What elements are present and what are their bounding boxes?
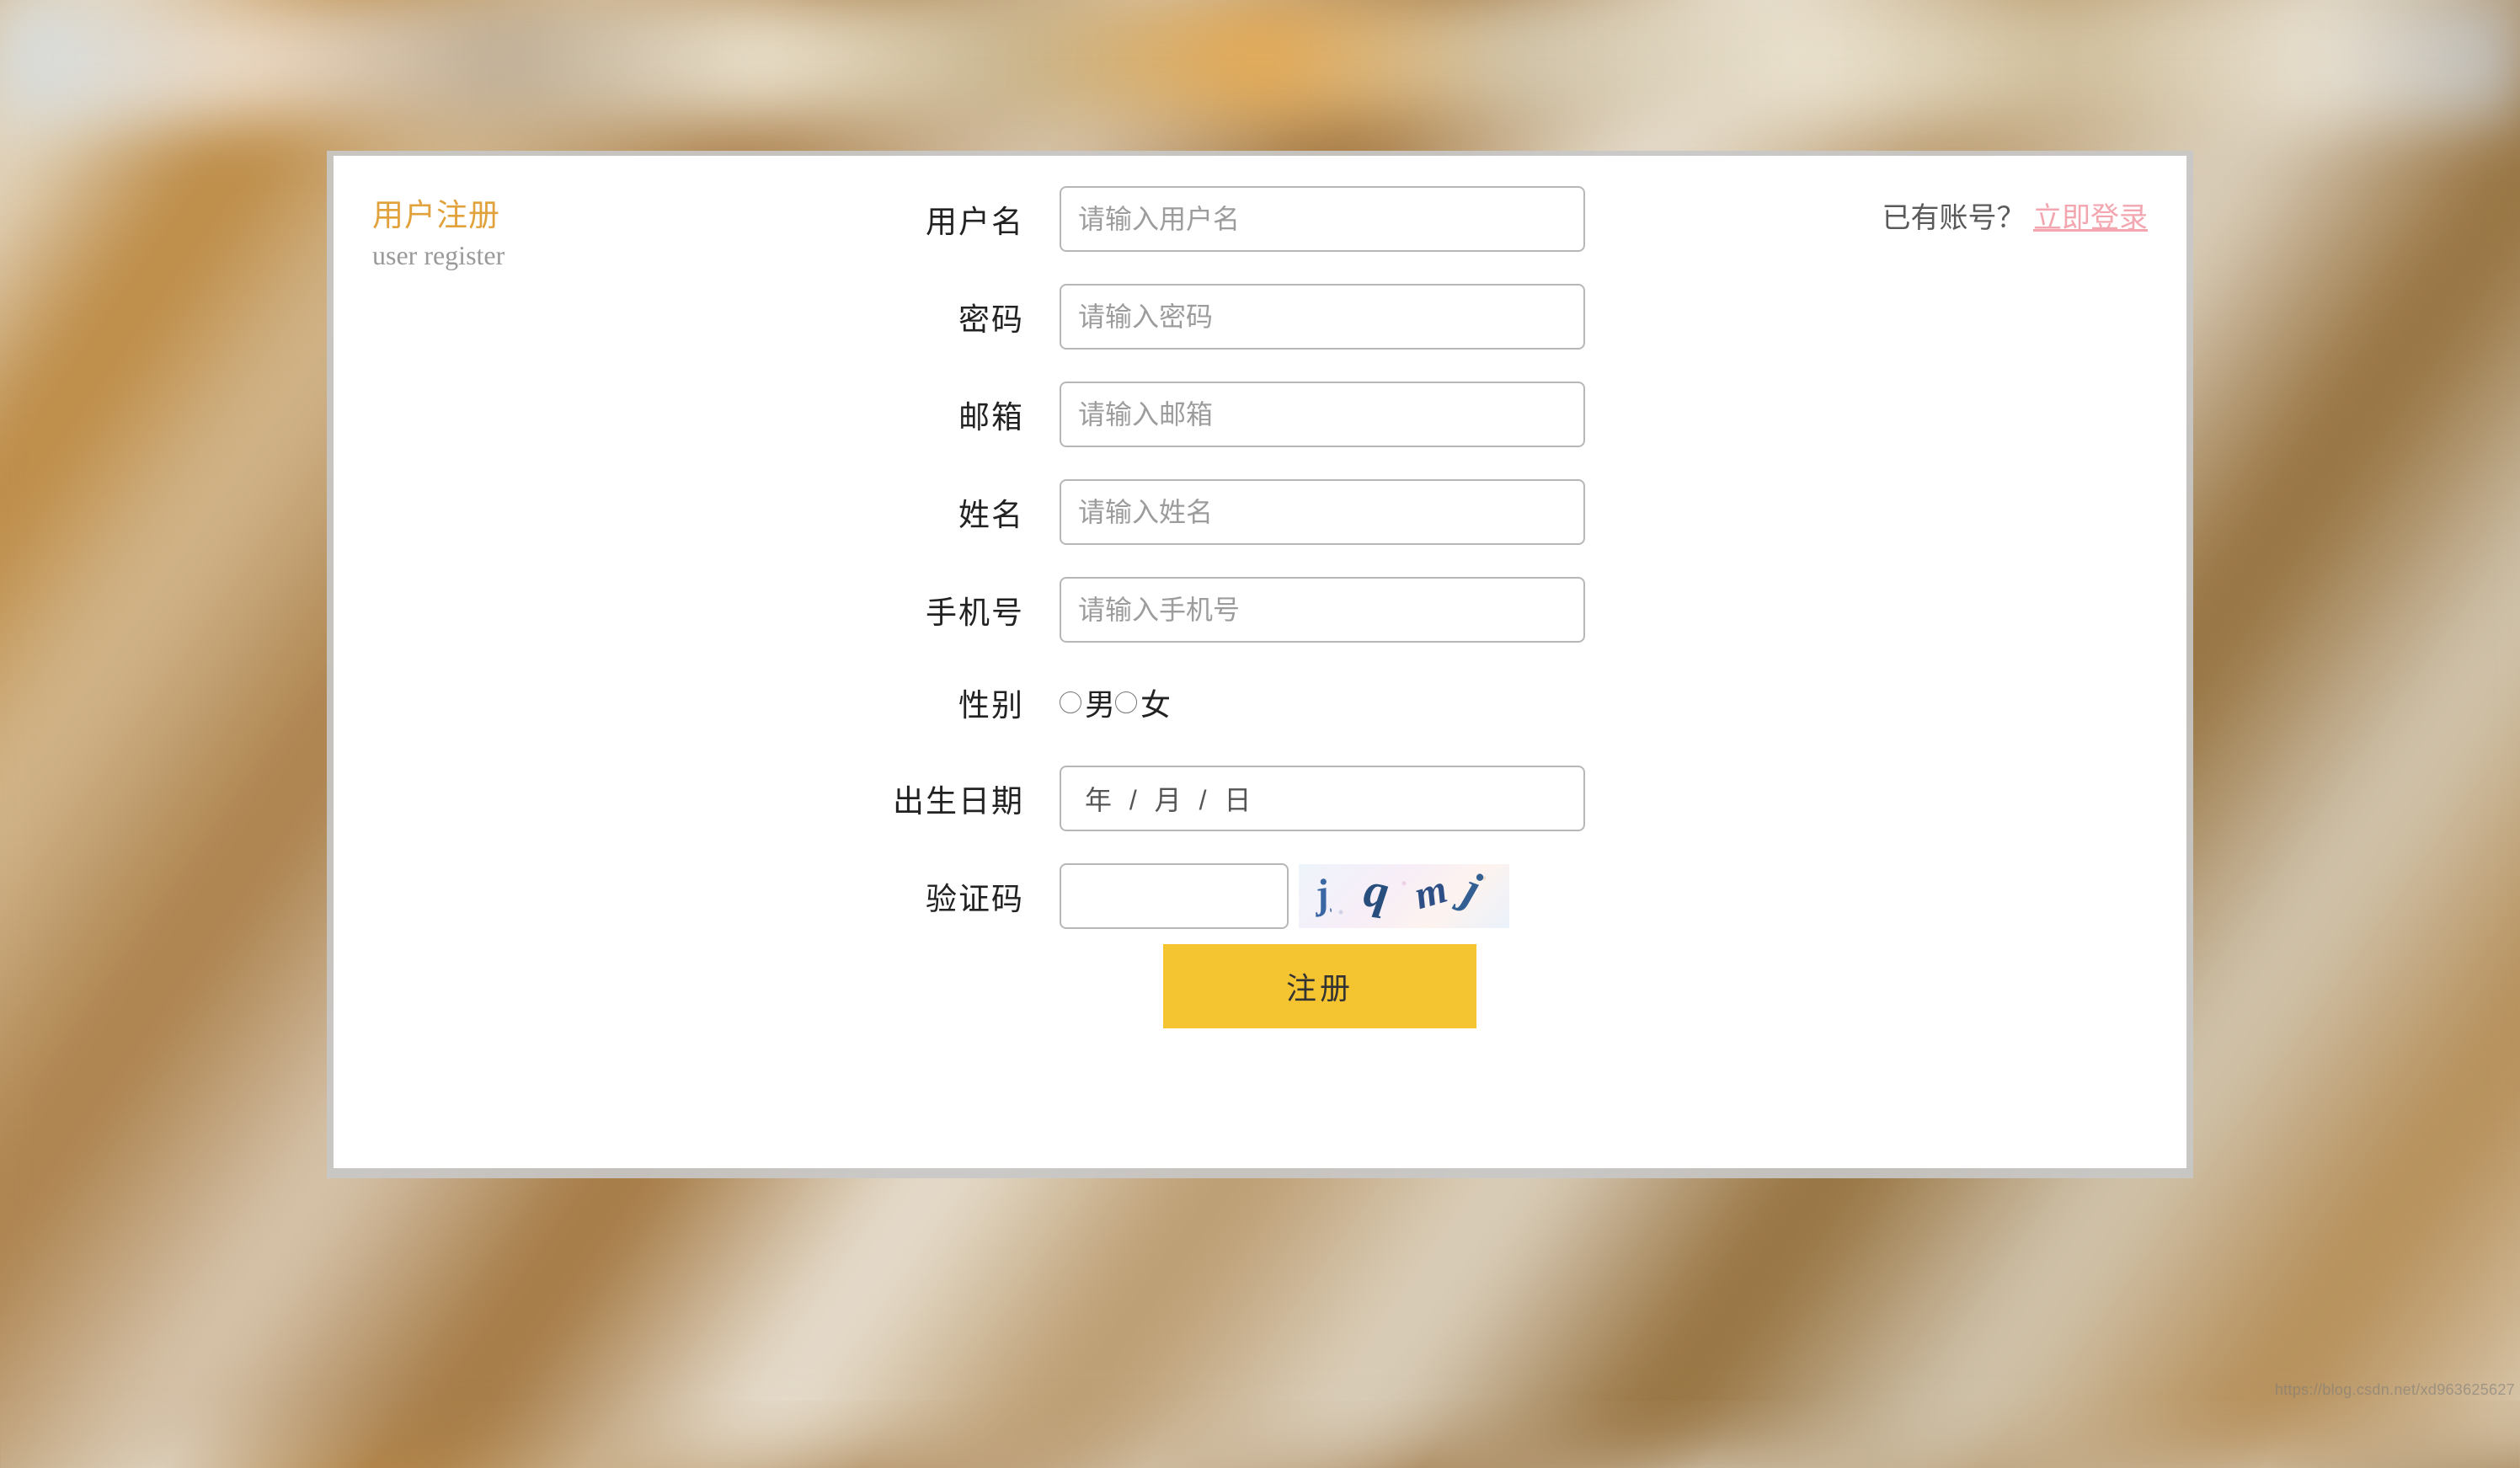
radio-gender-male-label: 男	[1085, 681, 1115, 724]
radio-gender-female-label: 女	[1140, 681, 1171, 724]
row-password: 密码	[856, 284, 1585, 350]
row-username: 用户名	[856, 186, 1585, 252]
radio-gender-male[interactable]	[1060, 691, 1081, 713]
login-hint: 已有账号？ 立即登录	[1882, 195, 2148, 236]
input-captcha[interactable]	[1060, 863, 1289, 929]
input-username[interactable]	[1060, 186, 1585, 252]
input-birthday[interactable]: 年 / 月 / 日	[1060, 766, 1585, 831]
radio-gender-female[interactable]	[1115, 691, 1137, 713]
row-birthday: 出生日期 年 / 月 / 日	[856, 766, 1585, 831]
side-title-zh: 用户注册	[372, 190, 505, 235]
submit-button[interactable]: 注册	[1163, 944, 1476, 1028]
login-link[interactable]: 立即登录	[2033, 202, 2148, 234]
register-card: 用户注册 user register 已有账号？ 立即登录 用户名 密码 邮箱 …	[334, 156, 2186, 1168]
row-email: 邮箱	[856, 382, 1585, 447]
row-phone: 手机号	[856, 577, 1585, 643]
row-captcha: 验证码 j q m j	[856, 863, 1509, 929]
label-realname: 姓名	[856, 489, 1024, 535]
watermark: https://blog.csdn.net/xd963625627	[2275, 1381, 2515, 1399]
label-phone: 手机号	[856, 587, 1024, 633]
side-title-en: user register	[372, 240, 505, 271]
captcha-image[interactable]: j q m j	[1299, 864, 1509, 928]
input-password[interactable]	[1060, 284, 1585, 350]
input-phone[interactable]	[1060, 577, 1585, 643]
row-gender: 性别 男 女	[856, 680, 1171, 725]
background-top-strip	[0, 0, 2520, 118]
input-realname[interactable]	[1060, 479, 1585, 545]
row-realname: 姓名	[856, 479, 1585, 545]
input-email[interactable]	[1060, 382, 1585, 447]
label-captcha: 验证码	[856, 873, 1024, 919]
label-gender: 性别	[856, 680, 1024, 725]
label-email: 邮箱	[856, 392, 1024, 437]
login-hint-prefix: 已有账号？	[1882, 202, 2026, 234]
label-birthday: 出生日期	[856, 776, 1024, 821]
label-username: 用户名	[856, 196, 1024, 242]
label-password: 密码	[856, 294, 1024, 339]
side-title: 用户注册 user register	[372, 190, 505, 271]
